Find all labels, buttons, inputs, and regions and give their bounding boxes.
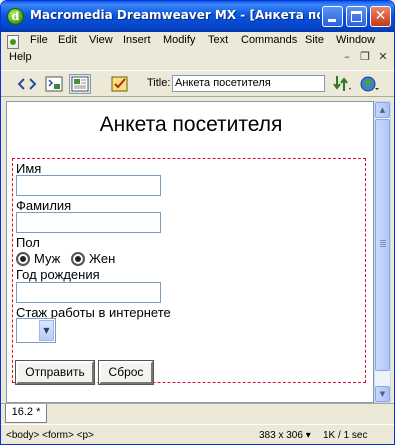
vertical-scrollbar[interactable]: ▲ ▼: [374, 101, 391, 403]
menu-commands[interactable]: Commands: [241, 34, 297, 46]
preview-in-browser-icon[interactable]: [358, 74, 380, 94]
grip-line: [380, 240, 386, 241]
surname-label: Фамилия: [16, 198, 72, 213]
scroll-thumb[interactable]: [375, 119, 390, 371]
check-browser-icon[interactable]: [109, 74, 131, 94]
menu-site[interactable]: Site: [305, 34, 324, 46]
close-icon: ✕: [374, 8, 387, 24]
minimize-icon: [328, 19, 336, 22]
menu-edit[interactable]: Edit: [58, 34, 77, 46]
document-design-view[interactable]: Анкета посетителя Имя Фамилия Пол Муж Же…: [6, 101, 374, 403]
window-size-value: 383 x 306: [259, 430, 303, 441]
code-view-icon[interactable]: [16, 74, 38, 94]
form-outline[interactable]: Имя Фамилия Пол Муж Жен Год рождения Ста…: [12, 158, 366, 384]
menu-bar: File Edit View Insert Modify Text Comman…: [1, 32, 394, 67]
gender-male-label: Муж: [34, 251, 61, 266]
gender-male-radio[interactable]: [16, 252, 30, 266]
page-title-input[interactable]: Анкета посетителя: [172, 75, 325, 92]
birth-year-label: Год рождения: [16, 267, 100, 282]
maximize-button[interactable]: [346, 6, 367, 27]
menu-view[interactable]: View: [89, 34, 113, 46]
file-management-icon[interactable]: [331, 74, 353, 94]
submit-button[interactable]: Отправить: [16, 361, 94, 384]
menu-insert[interactable]: Insert: [123, 34, 151, 46]
gender-label: Пол: [16, 235, 40, 250]
gender-female-radio[interactable]: [71, 252, 85, 266]
title-label: Title:: [147, 77, 171, 89]
grip-line: [380, 244, 386, 245]
doc-close-icon[interactable]: ✕: [376, 50, 390, 64]
experience-select[interactable]: ▼: [16, 318, 56, 343]
window-size-readout[interactable]: 383 x 306 ▾: [259, 430, 311, 441]
status-bar: <body> <form> <p> 383 x 306 ▾ 1K / 1 sec: [1, 424, 394, 444]
scroll-down-icon[interactable]: ▼: [375, 386, 390, 402]
minimize-button[interactable]: [322, 6, 343, 27]
window-title: Macromedia Dreamweaver MX - [Анкета посе…: [30, 8, 320, 22]
document-toolbar: Title: Анкета посетителя: [1, 70, 394, 97]
name-label: Имя: [16, 161, 42, 176]
chevron-down-icon: ▾: [305, 430, 311, 441]
gender-female-label: Жен: [89, 251, 116, 266]
menu-text[interactable]: Text: [208, 34, 228, 46]
birth-year-input[interactable]: [16, 282, 161, 303]
grip-line: [380, 242, 386, 243]
document-menu-icon[interactable]: [7, 35, 19, 49]
split-view-icon[interactable]: [43, 74, 65, 94]
dreamweaver-window: d Macromedia Dreamweaver MX - [Анкета по…: [0, 0, 395, 445]
chevron-down-icon[interactable]: ▼: [39, 320, 54, 341]
download-estimate: 1K / 1 sec: [323, 430, 368, 441]
scroll-up-icon[interactable]: ▲: [375, 102, 390, 118]
document-tab-bar: 16.2 *: [1, 403, 394, 423]
menu-file[interactable]: File: [30, 34, 48, 46]
design-view-icon[interactable]: [69, 74, 91, 94]
surname-input[interactable]: [16, 212, 161, 233]
menu-help[interactable]: Help: [9, 51, 32, 63]
grip-line: [380, 246, 386, 247]
close-button[interactable]: ✕: [370, 6, 391, 27]
page-heading: Анкета посетителя: [99, 113, 283, 136]
maximize-icon: [351, 11, 362, 22]
doc-minimize-icon[interactable]: –: [340, 50, 354, 64]
menu-window[interactable]: Window: [336, 34, 375, 46]
tab-document[interactable]: 16.2 *: [5, 404, 47, 423]
title-bar[interactable]: d Macromedia Dreamweaver MX - [Анкета по…: [1, 1, 394, 32]
tag-selector[interactable]: <body> <form> <p>: [6, 430, 94, 441]
menu-modify[interactable]: Modify: [163, 34, 195, 46]
reset-button[interactable]: Сброс: [99, 361, 153, 384]
doc-restore-icon[interactable]: ❐: [358, 50, 372, 64]
dreamweaver-app-icon[interactable]: d: [7, 8, 24, 25]
name-input[interactable]: [16, 175, 161, 196]
